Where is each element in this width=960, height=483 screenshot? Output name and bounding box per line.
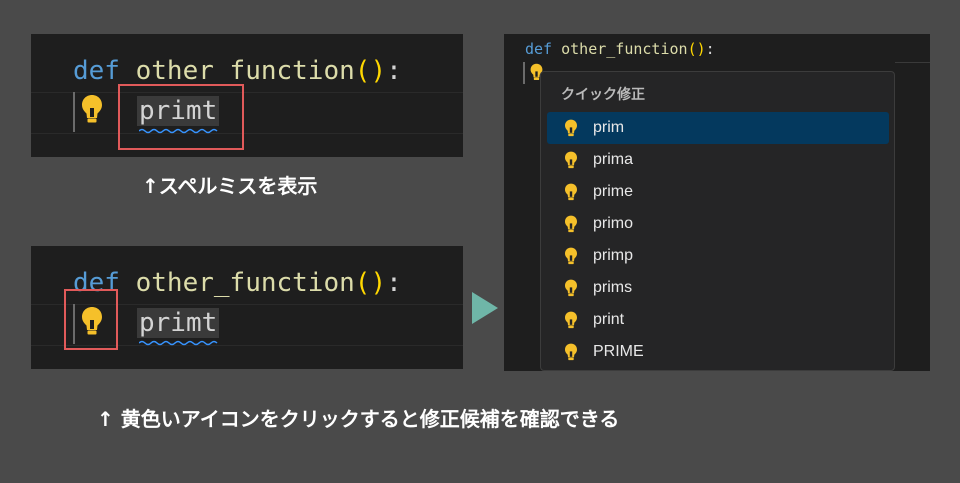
lightbulb-icon bbox=[565, 279, 577, 297]
colon: : bbox=[705, 40, 715, 58]
quick-fix-item-label: primp bbox=[593, 247, 634, 264]
quick-fix-item[interactable]: prima bbox=[547, 144, 889, 176]
open-paren: ( bbox=[354, 56, 371, 86]
lightbulb-icon bbox=[565, 151, 577, 169]
function-name: other_function bbox=[135, 56, 355, 86]
open-paren: ( bbox=[354, 268, 371, 298]
lightbulb-icon bbox=[565, 311, 577, 329]
keyword-def: def bbox=[73, 56, 120, 86]
editor-panel-bulb: def other_function(): primt bbox=[31, 246, 463, 369]
lightbulb-icon bbox=[565, 119, 577, 137]
next-step-arrow-icon bbox=[472, 292, 498, 324]
highlight-box-word bbox=[118, 84, 244, 150]
close-paren: ) bbox=[696, 40, 706, 58]
quick-fix-item[interactable]: prime bbox=[547, 176, 889, 208]
quick-fix-item[interactable]: primp bbox=[547, 240, 889, 272]
lightbulb-icon bbox=[565, 215, 577, 233]
highlight-box-bulb bbox=[64, 289, 118, 350]
gutter-bar bbox=[523, 62, 525, 84]
quick-fix-item[interactable]: PRIME bbox=[547, 336, 889, 368]
quick-fix-item-label: prim bbox=[593, 119, 625, 136]
function-name: other_function bbox=[561, 40, 688, 58]
quick-fix-menu: クイック修正 prim prima prime primo primp prims prin… bbox=[540, 71, 895, 371]
line-separator bbox=[895, 62, 930, 63]
editor-panel-quickfix: def other_function(): クイック修正 prim prima pr… bbox=[504, 34, 930, 371]
quick-fix-item[interactable]: prims bbox=[547, 272, 889, 304]
lightbulb-icon bbox=[565, 343, 577, 361]
quick-fix-title: クイック修正 bbox=[561, 87, 645, 103]
code-line-def-small: def other_function(): bbox=[525, 40, 715, 58]
quick-fix-item-label: prime bbox=[593, 183, 634, 200]
keyword-def: def bbox=[525, 40, 553, 58]
lightbulb-icon[interactable] bbox=[81, 94, 103, 124]
quick-fix-item-label: PRIME bbox=[593, 343, 644, 360]
lightbulb-icon bbox=[565, 183, 577, 201]
caption-spelling: ↑スペルミスを表示 bbox=[142, 174, 318, 198]
code-line-def: def other_function(): bbox=[73, 56, 402, 86]
lightbulb-icon bbox=[565, 247, 577, 265]
quick-fix-item[interactable]: prim bbox=[547, 112, 889, 144]
quick-fix-item-label: prima bbox=[593, 151, 634, 168]
open-paren: ( bbox=[687, 40, 697, 58]
code-line-def: def other_function(): bbox=[73, 268, 402, 298]
function-name: other_function bbox=[135, 268, 355, 298]
colon: : bbox=[386, 268, 402, 298]
quick-fix-item[interactable]: primo bbox=[547, 208, 889, 240]
editor-panel-spelling: def other_function(): primt bbox=[31, 34, 463, 157]
quick-fix-item-label: primo bbox=[593, 215, 634, 232]
gutter-bar bbox=[73, 92, 75, 132]
quick-fix-item-label: print bbox=[593, 311, 625, 328]
quick-fix-item[interactable]: print bbox=[547, 304, 889, 336]
colon: : bbox=[386, 56, 402, 86]
close-paren: ) bbox=[370, 56, 387, 86]
caption-bulb: ↑ 黄色いアイコンをクリックすると修正候補を確認できる bbox=[97, 407, 620, 431]
spelling-squiggle bbox=[139, 340, 218, 346]
quick-fix-item-label: prims bbox=[593, 279, 633, 296]
close-paren: ) bbox=[370, 268, 387, 298]
misspelled-word[interactable]: primt bbox=[137, 308, 220, 338]
